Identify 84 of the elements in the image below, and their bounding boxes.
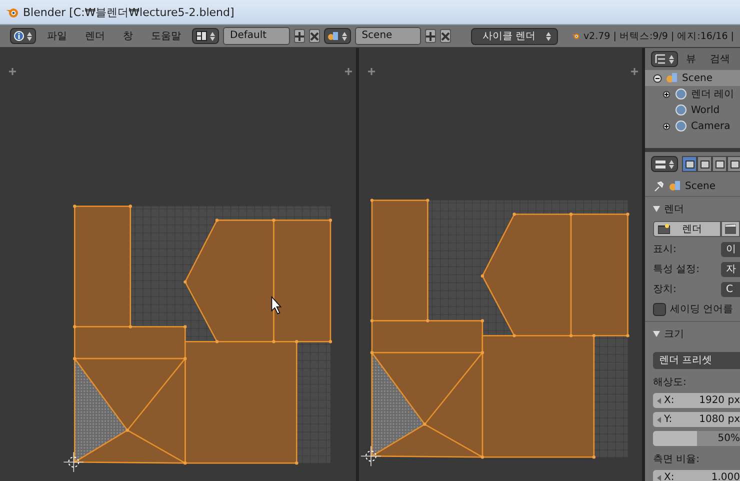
up-down-arrows-icon bbox=[669, 160, 674, 168]
item-icon bbox=[675, 120, 687, 132]
scene-field[interactable]: Scene bbox=[354, 27, 422, 45]
2d-cursor-icon bbox=[360, 446, 382, 466]
up-down-arrows-icon bbox=[342, 32, 347, 40]
area-split-icon bbox=[368, 68, 376, 75]
list-icon bbox=[655, 54, 666, 64]
clapperboard-icon bbox=[724, 224, 736, 234]
plus-icon bbox=[426, 32, 436, 40]
area-split-icon bbox=[345, 68, 352, 75]
context-label: Scene bbox=[685, 180, 716, 192]
properties-icon bbox=[655, 160, 666, 168]
scene-icon bbox=[666, 72, 678, 84]
up-down-arrows-icon bbox=[546, 32, 551, 40]
outliner-item[interactable]: Camera bbox=[645, 118, 740, 134]
expanded-arrow-icon bbox=[653, 331, 660, 337]
up-down-arrows-icon bbox=[210, 32, 215, 40]
scene-statistics: v2.79 | 버텍스:9/9 | 에지:16/16 | bbox=[583, 30, 734, 42]
blender-logo-icon bbox=[6, 6, 19, 18]
properties-tab[interactable] bbox=[727, 156, 740, 172]
property-dropdown[interactable]: C bbox=[721, 282, 740, 296]
number-field[interactable]: X: 1920 px bbox=[653, 393, 740, 408]
decrement-arrow-icon bbox=[657, 416, 661, 422]
panel-title[interactable]: 크기 bbox=[664, 327, 684, 341]
info-editor-button[interactable] bbox=[10, 28, 36, 44]
delete-button[interactable] bbox=[308, 29, 320, 43]
scene-button[interactable] bbox=[324, 28, 351, 44]
pin-icon bbox=[653, 180, 665, 192]
close-icon bbox=[441, 32, 450, 40]
layout-field[interactable]: Default bbox=[223, 27, 290, 45]
render-button[interactable]: 렌더 bbox=[653, 221, 720, 237]
delete-button[interactable] bbox=[440, 29, 452, 43]
camera-icon bbox=[658, 224, 670, 234]
add-button[interactable] bbox=[425, 29, 436, 43]
decrement-arrow-icon bbox=[657, 474, 661, 480]
number-field[interactable]: X: 1.000 bbox=[653, 470, 740, 481]
outliner-item[interactable]: Scene bbox=[645, 70, 740, 86]
mouse-pointer-icon bbox=[271, 296, 282, 314]
scene-icon bbox=[328, 31, 339, 41]
item-icon bbox=[675, 104, 687, 116]
menu-item[interactable]: 도움말 bbox=[144, 29, 188, 43]
property-label: 장치: bbox=[653, 283, 676, 296]
property-label: 특성 설정: bbox=[653, 263, 700, 276]
property-dropdown[interactable]: 이 bbox=[721, 242, 740, 256]
outliner-item[interactable]: World bbox=[645, 102, 740, 118]
properties-tab[interactable] bbox=[682, 156, 697, 172]
menu-item[interactable]: 뷰 bbox=[680, 52, 702, 66]
resolution-scale-slider[interactable]: 50% bbox=[653, 431, 740, 446]
layout-button[interactable] bbox=[192, 28, 219, 44]
checkbox-label: 세이딩 언어를 bbox=[670, 303, 734, 316]
render-engine-dropdown[interactable]: 사이클 렌더 bbox=[471, 28, 558, 44]
info-icon bbox=[14, 31, 24, 41]
decrement-arrow-icon bbox=[657, 398, 661, 404]
properties-tab[interactable] bbox=[697, 156, 712, 172]
resolution-label: 해상도: bbox=[653, 376, 688, 389]
properties-tab[interactable] bbox=[712, 156, 727, 172]
render-presets-dropdown[interactable]: 렌더 프리셋 bbox=[653, 352, 740, 369]
property-dropdown[interactable]: 자 bbox=[721, 262, 740, 276]
menu-item[interactable]: 창 bbox=[116, 29, 140, 43]
window-title: Blender [C:₩블렌더₩lecture5-2.blend] bbox=[23, 4, 234, 20]
outliner-item[interactable]: 렌더 레이 bbox=[645, 86, 740, 102]
menu-item[interactable]: 파일 bbox=[40, 29, 74, 43]
area-split-icon bbox=[631, 68, 638, 75]
2d-cursor-icon bbox=[63, 452, 84, 472]
area-split-icon bbox=[9, 68, 16, 75]
close-icon bbox=[310, 32, 319, 40]
menu-item[interactable]: 렌더 bbox=[78, 29, 112, 43]
up-down-arrows-icon bbox=[27, 32, 32, 40]
number-field[interactable]: Y: 1080 px bbox=[653, 412, 740, 427]
panel-title[interactable]: 렌더 bbox=[664, 202, 684, 216]
add-button[interactable] bbox=[294, 29, 305, 43]
up-down-arrows-icon bbox=[669, 54, 674, 64]
display-mode-button[interactable] bbox=[651, 51, 678, 67]
checkbox[interactable] bbox=[653, 302, 666, 316]
expanded-arrow-icon bbox=[653, 206, 660, 212]
item-icon bbox=[675, 88, 687, 100]
property-label: 표시: bbox=[653, 243, 676, 256]
scene-icon bbox=[669, 180, 681, 192]
plus-icon bbox=[294, 32, 304, 40]
editor-type-button[interactable] bbox=[651, 156, 678, 172]
aspect-ratio-label: 측면 비율: bbox=[653, 453, 701, 466]
animation-button[interactable] bbox=[720, 221, 740, 237]
menu-item[interactable]: 검색 bbox=[704, 52, 736, 66]
layout-icon bbox=[196, 31, 207, 41]
